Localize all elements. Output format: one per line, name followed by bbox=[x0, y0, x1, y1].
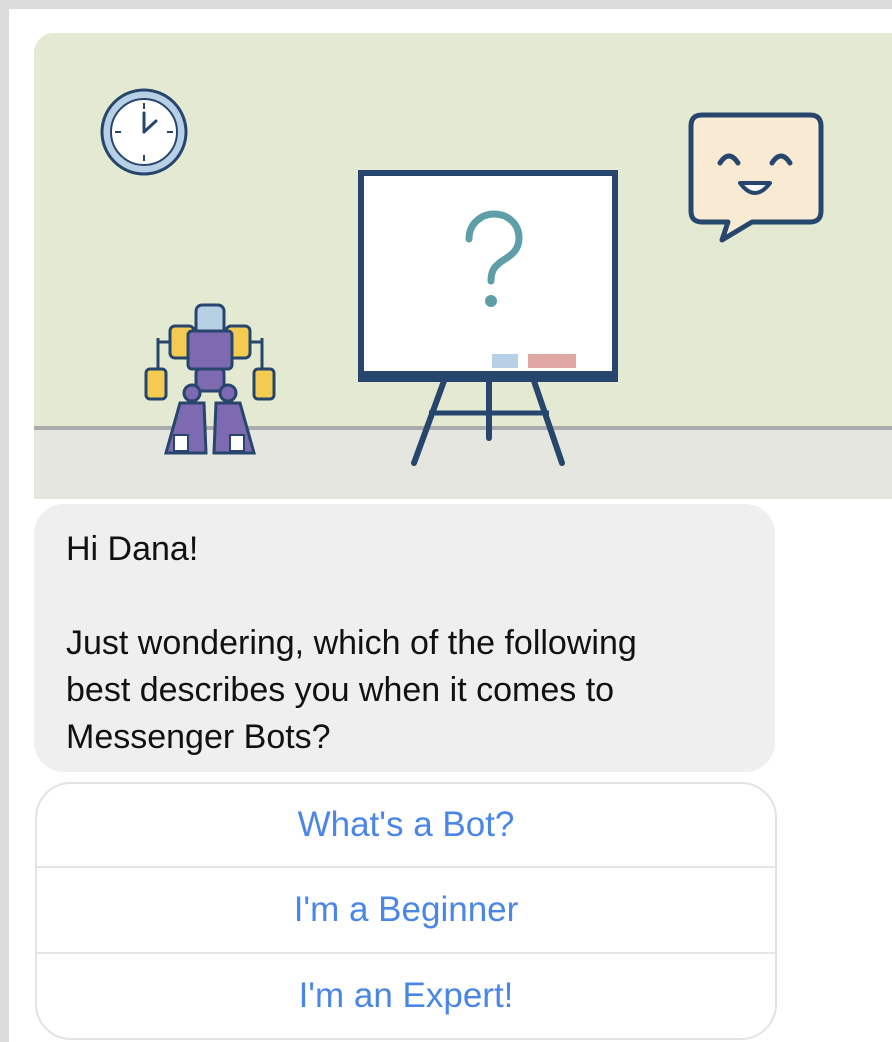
smiley-speech-bubble-icon bbox=[688, 112, 824, 243]
quick-reply-beginner-button[interactable]: I'm a Beginner bbox=[37, 866, 775, 952]
message-line: Messenger Bots? bbox=[66, 718, 331, 756]
quick-reply-whats-a-bot-button[interactable]: What's a Bot? bbox=[37, 784, 775, 866]
bot-message-bubble: Hi Dana! Just wondering, which of the fo… bbox=[34, 504, 775, 772]
message-line: best describes you when it comes to bbox=[66, 671, 615, 709]
greeting-text: Hi Dana! bbox=[66, 530, 199, 568]
hero-image bbox=[34, 33, 892, 499]
chat-window: Hi Dana! Just wondering, which of the fo… bbox=[0, 0, 892, 1042]
clock-icon bbox=[100, 88, 188, 176]
message-line: Just wondering, which of the following bbox=[66, 624, 637, 662]
quick-reply-expert-button[interactable]: I'm an Expert! bbox=[37, 952, 775, 1038]
quick-replies: What's a Bot? I'm a Beginner I'm an Expe… bbox=[35, 782, 777, 1040]
